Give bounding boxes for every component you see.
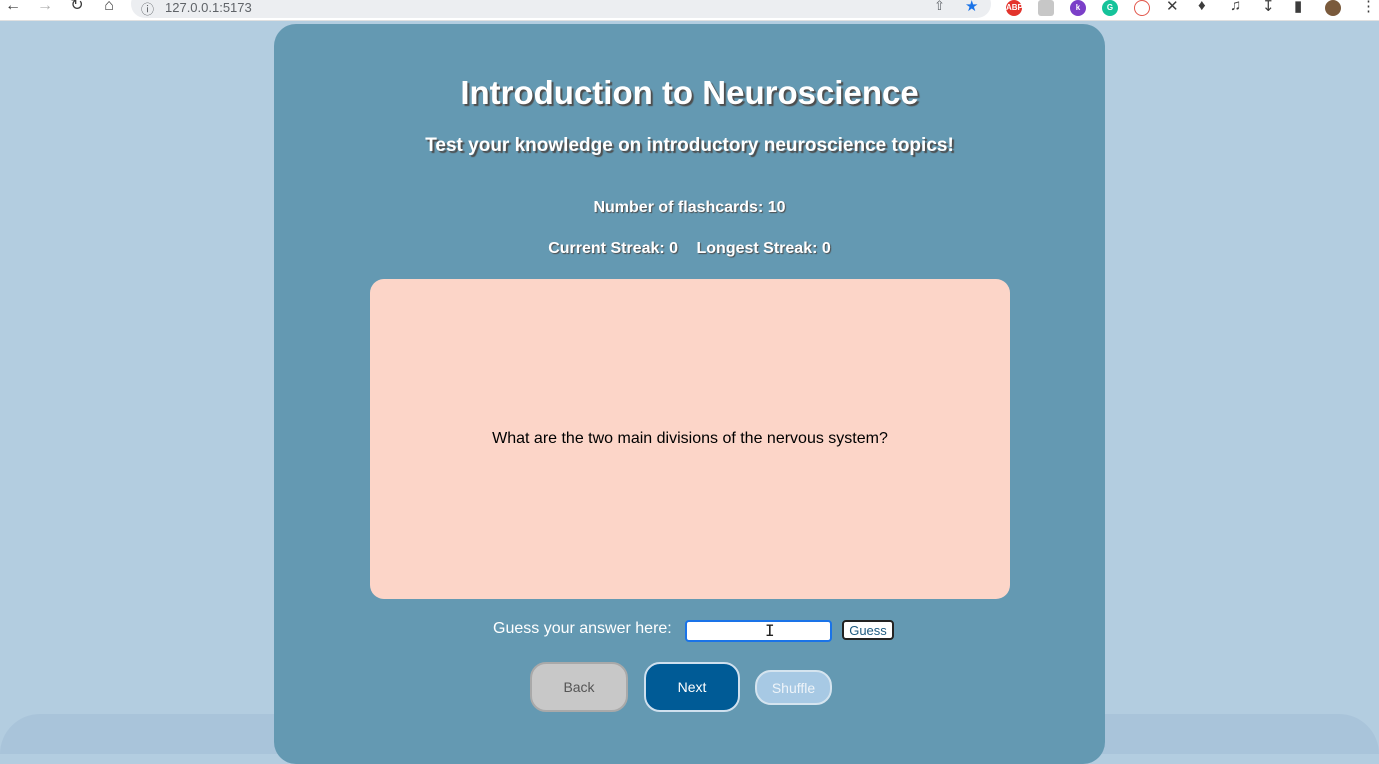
share-icon[interactable]: ⇧	[934, 0, 945, 14]
shuffle-button[interactable]: Shuffle	[755, 670, 832, 705]
extension-red-icon[interactable]	[1134, 0, 1150, 16]
profile-avatar[interactable]	[1325, 0, 1341, 16]
address-bar[interactable]: ⓘ 127.0.0.1:5173 ⇧ ★	[131, 0, 991, 18]
back-arrow-icon[interactable]: ←	[3, 0, 23, 16]
bookmark-star-icon[interactable]: ★	[965, 0, 978, 15]
next-button[interactable]: Next	[644, 662, 740, 712]
download-icon[interactable]: ↧	[1262, 0, 1275, 15]
current-streak: Current Streak: 0	[548, 240, 679, 257]
browser-toolbar: ← → ↻ ⌂ ⓘ 127.0.0.1:5173 ⇧ ★ ABP k G ✕ ♦…	[0, 0, 1379, 21]
longest-streak: Longest Streak: 0	[696, 240, 831, 257]
page-title: Introduction to Neuroscience	[460, 74, 919, 111]
reload-icon[interactable]: ↻	[67, 0, 87, 16]
url-text[interactable]: 127.0.0.1:5173	[165, 0, 252, 15]
info-icon[interactable]: ⓘ	[141, 0, 154, 18]
flashcard-question: What are the two main divisions of the n…	[492, 430, 888, 447]
media-icon[interactable]: ♫	[1230, 0, 1241, 14]
page-subtitle: Test your knowledge on introductory neur…	[425, 135, 954, 156]
adblock-plus-icon[interactable]: ABP	[1006, 0, 1023, 16]
extension-k-icon[interactable]: k	[1070, 0, 1086, 16]
menu-icon[interactable]: ⋮	[1361, 0, 1376, 15]
home-icon[interactable]: ⌂	[99, 0, 119, 16]
extension-x-icon[interactable]: ✕	[1166, 0, 1179, 15]
text-cursor-icon: I	[765, 621, 775, 640]
guess-input[interactable]	[685, 620, 832, 642]
grammarly-icon[interactable]: G	[1102, 0, 1118, 16]
flashcard[interactable]: What are the two main divisions of the n…	[370, 279, 1010, 599]
extensions-icon[interactable]: ♦	[1198, 0, 1206, 14]
guess-button[interactable]: Guess	[842, 620, 894, 640]
forward-arrow-icon[interactable]: →	[35, 0, 55, 16]
extension-grey-icon[interactable]	[1038, 0, 1054, 16]
flashcard-app-panel: Introduction to Neuroscience Test your k…	[274, 24, 1105, 764]
sidebar-icon[interactable]: ▮	[1294, 0, 1302, 15]
streak-info: Current Streak: 0 Longest Streak: 0	[274, 240, 1105, 258]
guess-label: Guess your answer here:	[493, 620, 672, 637]
back-button[interactable]: Back	[530, 662, 628, 712]
flashcard-count: Number of flashcards: 10	[593, 199, 786, 216]
